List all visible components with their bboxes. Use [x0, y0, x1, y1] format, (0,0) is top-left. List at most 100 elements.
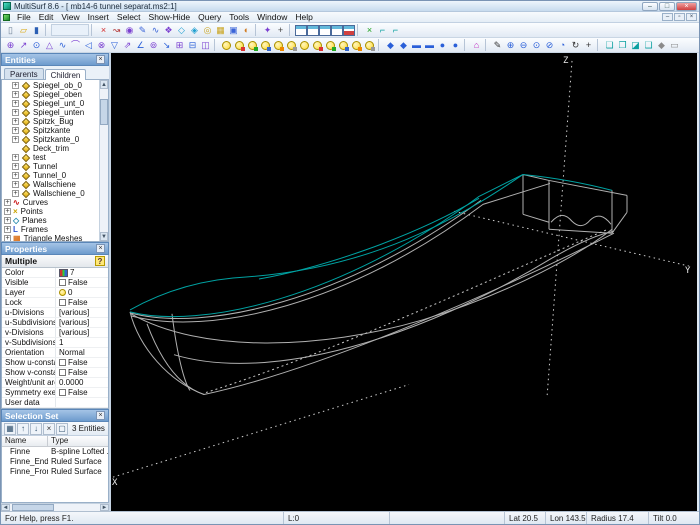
mdi-restore-button[interactable]: ▫	[674, 13, 685, 21]
tree-item[interactable]: Deck_trim	[2, 144, 99, 153]
intersect-icon[interactable]: ◈	[188, 24, 201, 37]
property-value[interactable]: False	[56, 368, 108, 377]
insert-line-icon[interactable]: ↗	[17, 39, 30, 52]
show-all-2-icon[interactable]	[298, 39, 311, 52]
tree-item[interactable]: + Spitzkante_0	[2, 135, 99, 144]
tree-item[interactable]: + ∿ Curves	[2, 198, 99, 207]
property-value[interactable]: 0.0000	[56, 378, 108, 387]
hide-selected-2-icon[interactable]	[324, 39, 337, 52]
tree-item[interactable]: + Spiegel_oben	[2, 90, 99, 99]
view-home-icon[interactable]: ◆	[384, 39, 397, 52]
toolbar-separator[interactable]	[597, 39, 601, 51]
remove-icon[interactable]: ×	[43, 422, 55, 435]
column-header-type[interactable]: Type	[48, 436, 108, 446]
expand-icon[interactable]: +	[4, 226, 11, 233]
scroll-thumb[interactable]	[100, 99, 108, 125]
tree-item[interactable]: + Tunnel	[2, 162, 99, 171]
close-button[interactable]: ×	[676, 1, 697, 11]
zoom-window-icon[interactable]: ⊙	[530, 39, 543, 52]
insert-curve-icon[interactable]: ∿	[149, 24, 162, 37]
show-all-icon[interactable]	[220, 39, 233, 52]
property-value[interactable]: False	[56, 298, 108, 307]
tab-parents[interactable]: Parents	[4, 68, 44, 79]
background-icon[interactable]: ▭	[668, 39, 681, 52]
toggle-visibility-icon[interactable]	[272, 39, 285, 52]
toolbar-separator[interactable]	[464, 39, 468, 51]
expand-icon[interactable]: +	[12, 91, 19, 98]
window-wireframe-icon[interactable]	[295, 24, 307, 36]
hidden-line-icon[interactable]: ❐	[616, 39, 629, 52]
move-up-icon[interactable]: ↑	[17, 422, 29, 435]
tree-item[interactable]: + Wallschiene_0	[2, 189, 99, 198]
expand-icon[interactable]: +	[4, 208, 11, 215]
insert-arc-icon[interactable]: ⊙	[30, 39, 43, 52]
menu-item[interactable]: Insert	[84, 12, 113, 22]
minimize-button[interactable]: –	[642, 1, 658, 11]
zoom-out-icon[interactable]: ⊖	[517, 39, 530, 52]
properties-close-icon[interactable]: ×	[96, 244, 105, 253]
maximize-button[interactable]: □	[659, 1, 675, 11]
pan-icon[interactable]: +	[582, 39, 595, 52]
insert-angle-icon[interactable]: ∠	[134, 39, 147, 52]
property-value[interactable]: False	[56, 388, 108, 397]
help-icon[interactable]: ?	[95, 256, 105, 266]
window-profile-icon[interactable]	[319, 24, 331, 36]
expand-icon[interactable]: +	[4, 235, 11, 241]
tree-item[interactable]: + Spitzk_Bug	[2, 117, 99, 126]
selection-row[interactable]: Finne B-spline Lofted ...	[2, 447, 108, 457]
inspect-icon[interactable]: ◎	[201, 24, 214, 37]
toolbar-separator[interactable]	[378, 39, 382, 51]
expand-icon[interactable]: +	[4, 217, 11, 224]
rendered-icon[interactable]: ❑	[642, 39, 655, 52]
transform-icon[interactable]: ❖	[162, 24, 175, 37]
toolbar-separator[interactable]	[357, 24, 361, 36]
window-render-icon[interactable]	[343, 24, 355, 36]
entities-close-icon[interactable]: ×	[96, 55, 105, 64]
texture-icon[interactable]: ◆	[655, 39, 668, 52]
table-icon[interactable]: ▦	[214, 24, 227, 37]
add-icon[interactable]: +	[274, 24, 287, 37]
insert-rel-point-icon[interactable]: ◁	[82, 39, 95, 52]
expand-icon[interactable]: +	[4, 199, 11, 206]
scroll-up-icon[interactable]: ▲	[100, 80, 108, 89]
insert-arc2-icon[interactable]: ⌒	[69, 39, 82, 52]
show-layer-2-icon[interactable]	[337, 39, 350, 52]
toolbar-separator[interactable]	[45, 24, 49, 36]
expand-icon[interactable]: +	[12, 109, 19, 116]
edit-curve-icon[interactable]: ↝	[110, 24, 123, 37]
view-back-icon[interactable]: ●	[449, 39, 462, 52]
insert-mirror-icon[interactable]: ◫	[199, 39, 212, 52]
drag-point-icon[interactable]: ◉	[123, 24, 136, 37]
zoom-previous-icon[interactable]: ⊘	[543, 39, 556, 52]
menu-item[interactable]: File	[13, 12, 35, 22]
image-icon[interactable]: ◐	[240, 24, 253, 37]
tree-item[interactable]: + ▦ Triangle Meshes	[2, 234, 99, 241]
insert-magnet-icon[interactable]: ↘	[160, 39, 173, 52]
zoom-extents-icon[interactable]: ◔	[556, 39, 569, 52]
menu-item[interactable]: View	[57, 12, 83, 22]
insert-plane-icon[interactable]: ⊟	[186, 39, 199, 52]
zoom-in-icon[interactable]: ⊕	[504, 39, 517, 52]
edit-entity-icon[interactable]: ✎	[136, 24, 149, 37]
tree-item[interactable]: + ◇ Planes	[2, 216, 99, 225]
menu-item[interactable]: Help	[291, 12, 316, 22]
toolbar-separator[interactable]	[289, 24, 293, 36]
hide-selected-icon[interactable]	[246, 39, 259, 52]
expand-icon[interactable]: +	[12, 172, 19, 179]
sketch-icon[interactable]: ✎	[491, 39, 504, 52]
tree-item[interactable]: + L Frames	[2, 225, 99, 234]
wireframe-icon[interactable]: ❏	[603, 39, 616, 52]
property-value[interactable]: [various]	[56, 328, 108, 337]
menu-item[interactable]: Tools	[225, 12, 253, 22]
expand-icon[interactable]: +	[12, 136, 19, 143]
toolbar-separator[interactable]	[214, 39, 218, 51]
materials-icon[interactable]: ✦	[261, 24, 274, 37]
selection-close-icon[interactable]: ×	[96, 411, 105, 420]
tree-item[interactable]: + test	[2, 153, 99, 162]
window-plan-icon[interactable]	[307, 24, 319, 36]
menu-item[interactable]: Select	[113, 12, 145, 22]
select-layer-icon[interactable]: ⌐	[389, 24, 402, 37]
scroll-left-icon[interactable]: ◄	[1, 504, 10, 511]
rotate-view-icon[interactable]: ↻	[569, 39, 582, 52]
expand-icon[interactable]: +	[12, 82, 19, 89]
